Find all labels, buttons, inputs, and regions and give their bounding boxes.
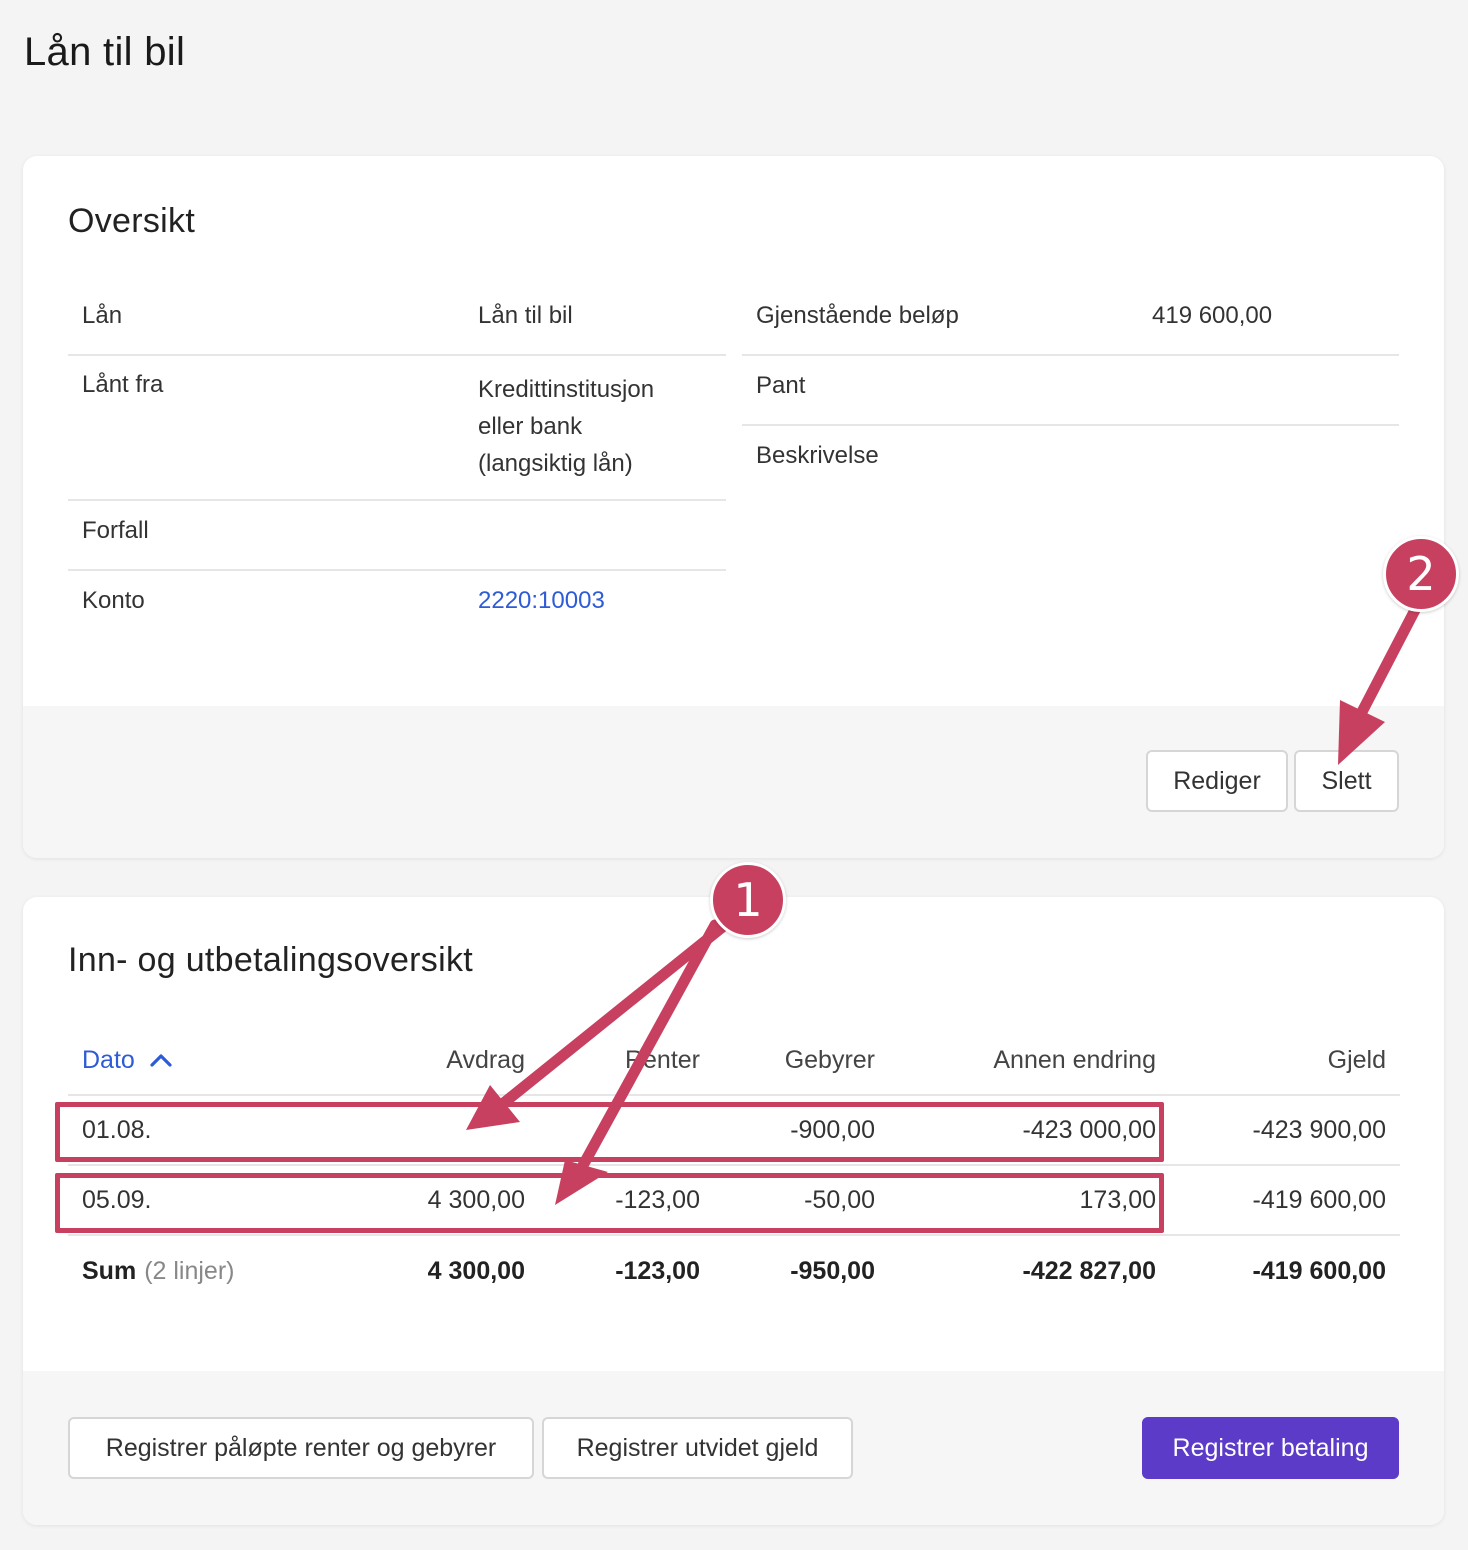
- annotation-marker-2: 2: [1383, 536, 1459, 612]
- annotation-marker-1: 1: [710, 862, 786, 938]
- annotation-arrows: [466, 604, 1421, 1205]
